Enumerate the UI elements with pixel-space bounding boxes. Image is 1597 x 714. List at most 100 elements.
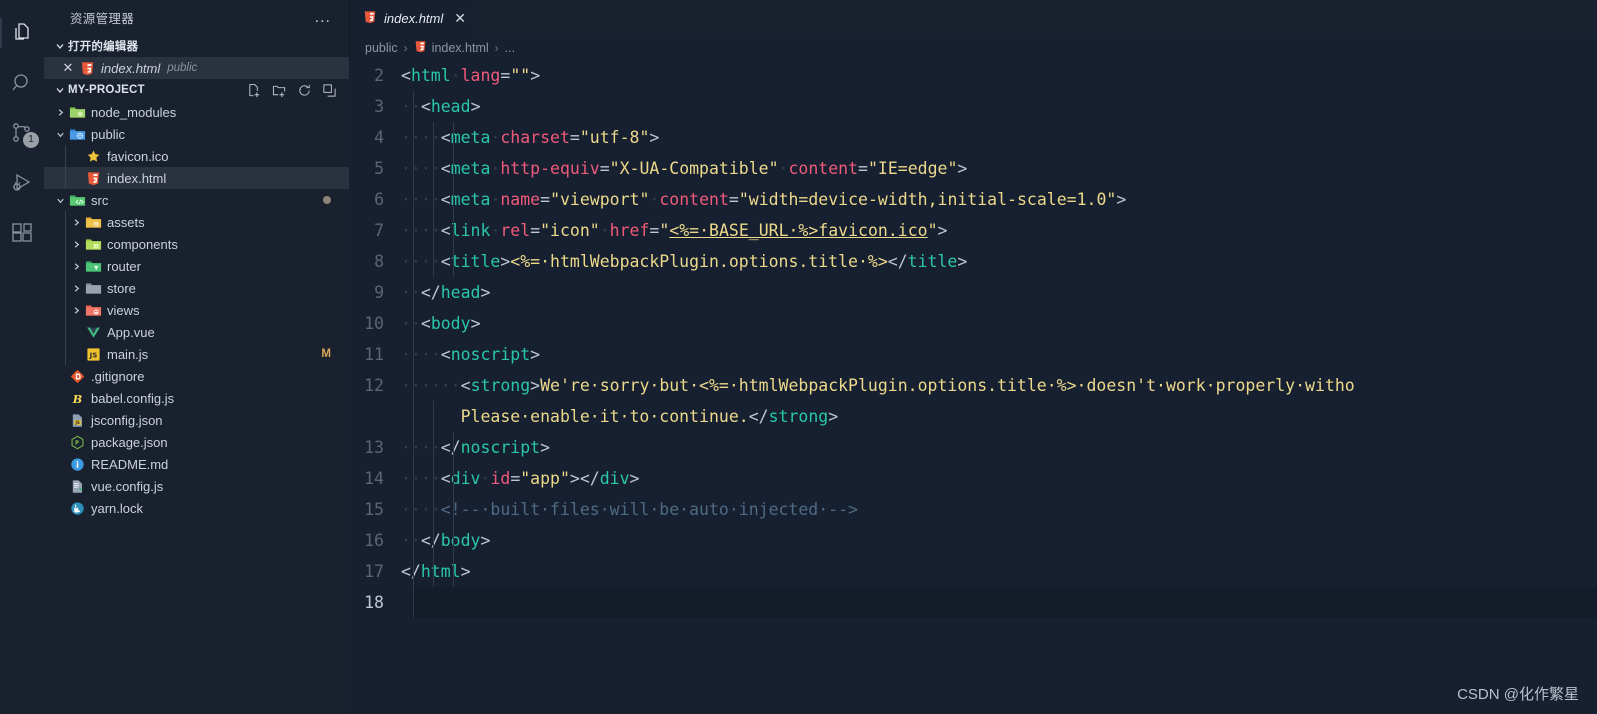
breadcrumb-item-public[interactable]: public [365,41,398,55]
code-token: ·· [440,376,461,395]
close-icon[interactable]: ✕ [58,60,78,76]
folder-name: src [91,192,109,208]
active-indicator [0,18,2,48]
section-open-editors[interactable]: 打开的编辑器 [44,35,349,57]
code-line[interactable]: 4 ····<meta·charset="utf-8"> [349,122,1597,153]
code-line[interactable]: 2 <html·lang=""> [349,60,1597,91]
tree-file-index-html[interactable]: index.html [44,167,349,189]
code-line[interactable]: 13 ····</noscript> [349,432,1597,463]
code-line[interactable]: 17 </html> [349,556,1597,587]
code-text: ····<link·rel="icon"·href="<%=·BASE_URL·… [401,215,1597,246]
code-text: ····<meta·name="viewport"·content="width… [401,184,1597,215]
tree-file-main-js[interactable]: JS main.js M [44,343,349,365]
breadcrumb-item-index-html[interactable]: index.html [414,40,489,56]
indent-guide [65,211,66,233]
code-token: "app" [520,469,570,488]
code-token: < [460,376,471,395]
tab-index-html[interactable]: index.html ✕ [349,0,479,36]
sidebar-title: 资源管理器 [70,12,135,26]
active-indicator [0,68,2,98]
activity-item-search[interactable] [0,58,44,108]
tree-file-jsconfig-json[interactable]: JS jsconfig.json [44,409,349,431]
tree-folder-assets[interactable]: assets [44,211,349,233]
active-indicator [0,218,2,248]
indent-guide [65,255,66,277]
files-icon [10,21,34,45]
tree-file-babel-config-js[interactable]: Bbabel.config.js [44,387,349,409]
code-token: </ [748,407,769,426]
code-line[interactable]: 9 ··</head> [349,277,1597,308]
code-token: < [401,66,411,85]
breadcrumb-separator: › [494,41,499,55]
tree-folder-router[interactable]: router [44,255,349,277]
code-line[interactable]: 18 [349,587,1597,618]
code-token: > [649,128,660,147]
source-control-badge: 1 [23,132,39,148]
file-name: main.js [107,346,149,362]
code-line[interactable]: 5 ····<meta·http-equiv="X-UA-Compatible"·… [349,153,1597,184]
tree-file-package-json[interactable]: package.json [44,431,349,453]
code-token: · [649,190,660,209]
tree-folder-views[interactable]: views [44,299,349,321]
refresh-icon[interactable] [296,82,312,98]
code-token: ·· [401,97,421,116]
tree-file--gitignore[interactable]: .gitignore [44,365,349,387]
code-token: We're·sorry·but·<%=·htmlWebpackPlugin.op… [540,376,1355,395]
code-token: < [440,128,451,147]
collapse-all-icon[interactable] [321,82,337,98]
activity-item-run-and-debug[interactable] [0,158,44,208]
code-line[interactable]: 10 ··<body> [349,308,1597,339]
breadcrumb-item-symbols[interactable]: ... [505,41,515,55]
line-number: 15 [364,500,384,519]
code-line[interactable]: 3 ··<head> [349,91,1597,122]
tree-file-yarn-lock[interactable]: yarn.lock [44,497,349,519]
activity-item-explorer[interactable] [0,8,44,58]
tree-file-favicon-ico[interactable]: favicon.ico [44,145,349,167]
code-token: · [599,221,610,240]
activity-item-extensions[interactable] [0,208,44,258]
tree-folder-public[interactable]: public [44,123,349,145]
chevron-right-icon [68,217,84,228]
search-icon [10,71,34,95]
tree-folder-node-modules[interactable]: node_modules [44,101,349,123]
code-line[interactable]: 16 ··</body> [349,525,1597,556]
chevron-down-icon [52,40,68,52]
sidebar-more-actions-icon[interactable]: ... [315,9,331,25]
code-line[interactable]: 6 ····<meta·name="viewport"·content="widt… [349,184,1597,215]
tree-folder-store[interactable]: store [44,277,349,299]
folder-assets-icon [84,214,102,231]
activity-item-source-control[interactable]: 1 [0,108,44,158]
tree-file-app-vue[interactable]: App.vue [44,321,349,343]
code-line[interactable]: 15 ····<!--·built·files·will·be·auto·inje… [349,494,1597,525]
code-line[interactable]: 7 ····<link·rel="icon"·href="<%=·BASE_URL… [349,215,1597,246]
chevron-right-icon [52,107,68,118]
new-folder-icon[interactable] [271,82,287,98]
code-token: div [450,469,481,488]
code-token: < [440,190,451,209]
tree-file-readme-md[interactable]: README.md [44,453,349,475]
close-icon[interactable]: ✕ [454,10,466,27]
tree-folder-components[interactable]: components [44,233,349,255]
new-file-icon[interactable] [246,82,262,98]
tree-folder-src[interactable]: src [44,189,349,211]
line-number: 8 [374,252,384,271]
folder-views-icon [84,302,102,319]
code-token: > [480,283,491,302]
code-token: < [440,159,451,178]
open-editor-item-index-html[interactable]: ✕ index.html public [44,57,349,79]
code-text: ····<meta·http-equiv="X-UA-Compatible"·c… [401,153,1597,184]
code-line[interactable]: 11 ····<noscript> [349,339,1597,370]
code-token: href [609,221,650,240]
code-editor[interactable]: 2 <html·lang=""> 3 ··<head> 4 ····<meta·chars… [349,60,1597,714]
code-line[interactable]: 12 ······<strong>We're·sorry·but·<%=·html… [349,370,1597,432]
line-number: 4 [374,128,384,147]
code-token: </ [887,252,908,271]
code-token: ·· [401,438,421,457]
code-token: · [490,190,501,209]
code-line[interactable]: 8 ····<title><%=·htmlWebpackPlugin.option… [349,246,1597,277]
code-token: "icon" [540,221,600,240]
code-token: id [490,469,511,488]
code-line[interactable]: 14 ····<div·id="app"></div> [349,463,1597,494]
section-project[interactable]: MY-PROJECT [44,79,349,101]
tree-file-vue-config-js[interactable]: vue.config.js [44,475,349,497]
